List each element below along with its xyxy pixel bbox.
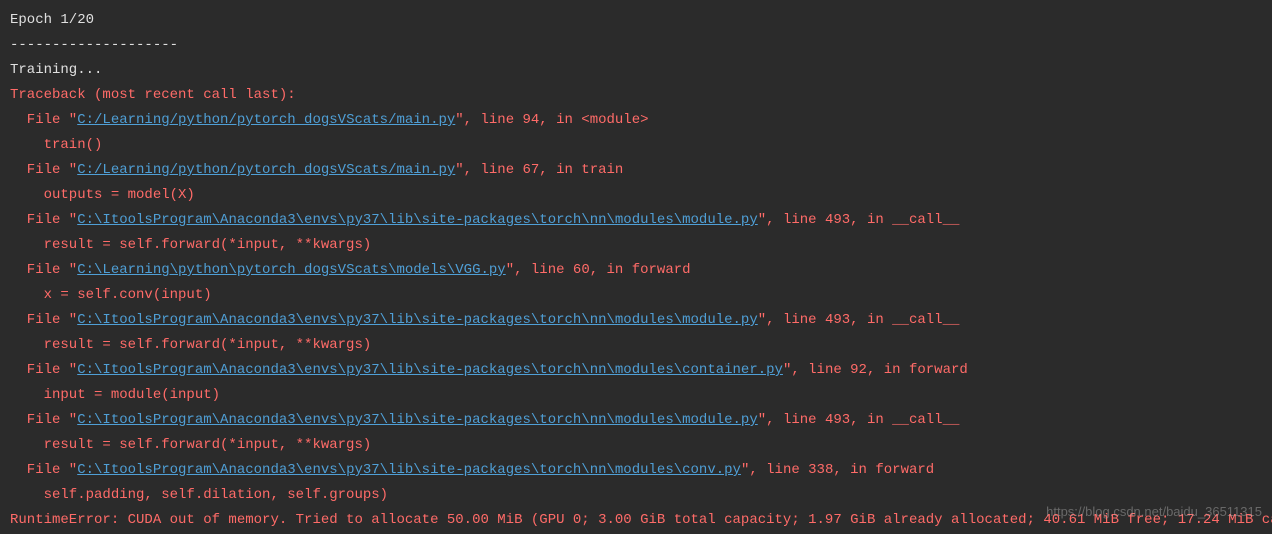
- traceback-header: Traceback (most recent call last):: [10, 83, 1262, 108]
- traceback-frame: File "C:\ItoolsProgram\Anaconda3\envs\py…: [10, 458, 1262, 483]
- file-link[interactable]: C:\ItoolsProgram\Anaconda3\envs\py37\lib…: [77, 312, 758, 328]
- traceback-frame: File "C:\ItoolsProgram\Anaconda3\envs\py…: [10, 308, 1262, 333]
- file-link[interactable]: C:\ItoolsProgram\Anaconda3\envs\py37\lib…: [77, 462, 741, 478]
- traceback-code: train(): [10, 133, 1262, 158]
- frame-suffix: ", line 94, in <module>: [455, 112, 648, 128]
- traceback-frame: File "C:/Learning/python/pytorch dogsVSc…: [10, 158, 1262, 183]
- traceback-frame: File "C:\ItoolsProgram\Anaconda3\envs\py…: [10, 408, 1262, 433]
- traceback-frame: File "C:\ItoolsProgram\Anaconda3\envs\py…: [10, 208, 1262, 233]
- frame-suffix: ", line 493, in __call__: [758, 212, 960, 228]
- frame-prefix: File ": [10, 362, 77, 378]
- traceback-code: result = self.forward(*input, **kwargs): [10, 233, 1262, 258]
- traceback-code: outputs = model(X): [10, 183, 1262, 208]
- traceback-code: input = module(input): [10, 383, 1262, 408]
- frame-prefix: File ": [10, 262, 77, 278]
- frame-prefix: File ": [10, 112, 77, 128]
- frame-suffix: ", line 92, in forward: [783, 362, 968, 378]
- traceback-frame: File "C:\ItoolsProgram\Anaconda3\envs\py…: [10, 358, 1262, 383]
- watermark: https://blog.csdn.net/baidu_36511315: [1046, 499, 1262, 524]
- frame-prefix: File ": [10, 212, 77, 228]
- output-training: Training...: [10, 58, 1262, 83]
- file-link[interactable]: C:\ItoolsProgram\Anaconda3\envs\py37\lib…: [77, 412, 758, 428]
- frame-prefix: File ": [10, 312, 77, 328]
- traceback-code: result = self.forward(*input, **kwargs): [10, 433, 1262, 458]
- traceback-code: x = self.conv(input): [10, 283, 1262, 308]
- file-link[interactable]: C:\ItoolsProgram\Anaconda3\envs\py37\lib…: [77, 362, 783, 378]
- frame-suffix: ", line 493, in __call__: [758, 312, 960, 328]
- file-link[interactable]: C:\Learning\python\pytorch dogsVScats\mo…: [77, 262, 505, 278]
- file-link[interactable]: C:/Learning/python/pytorch dogsVScats/ma…: [77, 112, 455, 128]
- file-link[interactable]: C:\ItoolsProgram\Anaconda3\envs\py37\lib…: [77, 212, 758, 228]
- frame-suffix: ", line 67, in train: [455, 162, 623, 178]
- frame-suffix: ", line 60, in forward: [506, 262, 691, 278]
- output-epoch: Epoch 1/20: [10, 8, 1262, 33]
- frame-suffix: ", line 338, in forward: [741, 462, 934, 478]
- traceback-code: result = self.forward(*input, **kwargs): [10, 333, 1262, 358]
- traceback-frame: File "C:\Learning\python\pytorch dogsVSc…: [10, 258, 1262, 283]
- frame-prefix: File ": [10, 162, 77, 178]
- frame-suffix: ", line 493, in __call__: [758, 412, 960, 428]
- frame-prefix: File ": [10, 412, 77, 428]
- output-separator: --------------------: [10, 33, 1262, 58]
- traceback-frame: File "C:/Learning/python/pytorch dogsVSc…: [10, 108, 1262, 133]
- frame-prefix: File ": [10, 462, 77, 478]
- file-link[interactable]: C:/Learning/python/pytorch dogsVScats/ma…: [77, 162, 455, 178]
